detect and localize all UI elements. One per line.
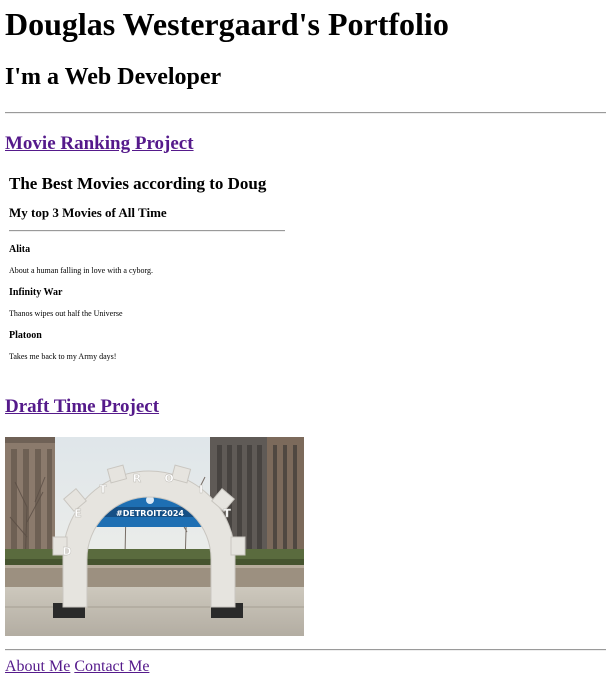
draft-detroit-photo: #DETROIT2024 D E T R O I T (5, 437, 304, 636)
sign-text: #DETROIT2024 (116, 509, 184, 518)
draft-time-project-link[interactable]: Draft Time Project (5, 396, 159, 418)
movie-description: Thanos wipes out half the Universe (9, 309, 123, 318)
contact-me-link[interactable]: Contact Me (74, 658, 149, 675)
movie-name: Infinity War (9, 287, 63, 298)
movie-ranking-project-link[interactable]: Movie Ranking Project (5, 133, 194, 155)
movie-ranking-embed: The Best Movies according to Doug My top… (5, 166, 305, 376)
arch-letter: E (74, 507, 82, 520)
arch-letter: T (99, 483, 107, 496)
arch-letter: I (199, 483, 203, 496)
movie-description: Takes me back to my Army days! (9, 352, 117, 361)
movie-divider (9, 230, 285, 232)
arch-letter: R (133, 472, 142, 485)
portfolio-page: Douglas Westergaard's Portfolio I'm a We… (0, 0, 607, 691)
movie-page-subtitle: My top 3 Movies of All Time (9, 205, 167, 220)
movie-page-title: The Best Movies according to Doug (9, 174, 267, 193)
arch-letter: D (62, 545, 71, 558)
header-divider (5, 112, 606, 114)
movie-description: About a human falling in love with a cyb… (9, 266, 154, 275)
about-me-link[interactable]: About Me (5, 658, 70, 675)
arch-letter: O (164, 472, 173, 485)
arch-letter: T (223, 507, 231, 520)
movie-name: Alita (9, 244, 31, 255)
movie-name: Platoon (9, 330, 42, 341)
footer-divider (5, 649, 606, 651)
page-subtitle: I'm a Web Developer (5, 64, 222, 90)
page-title: Douglas Westergaard's Portfolio (5, 6, 449, 42)
footer-nav: About Me Contact Me (5, 657, 149, 677)
